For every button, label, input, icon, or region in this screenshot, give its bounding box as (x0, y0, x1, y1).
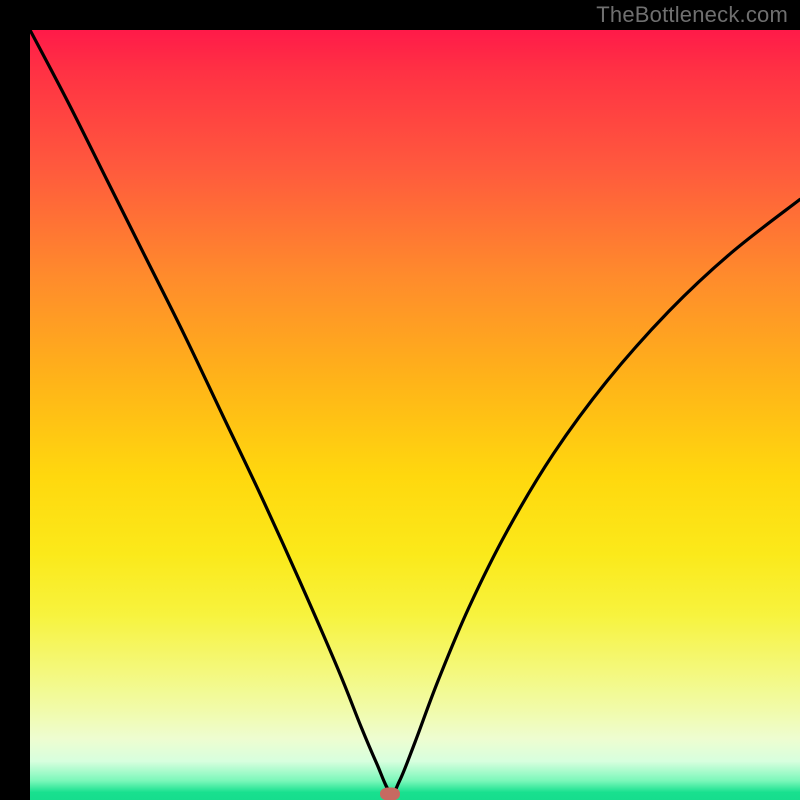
watermark-text: TheBottleneck.com (596, 2, 788, 28)
chart-frame: TheBottleneck.com (0, 0, 800, 800)
plot-area (30, 30, 800, 800)
bottleneck-curve (30, 30, 800, 800)
optimal-point-marker (380, 787, 400, 800)
